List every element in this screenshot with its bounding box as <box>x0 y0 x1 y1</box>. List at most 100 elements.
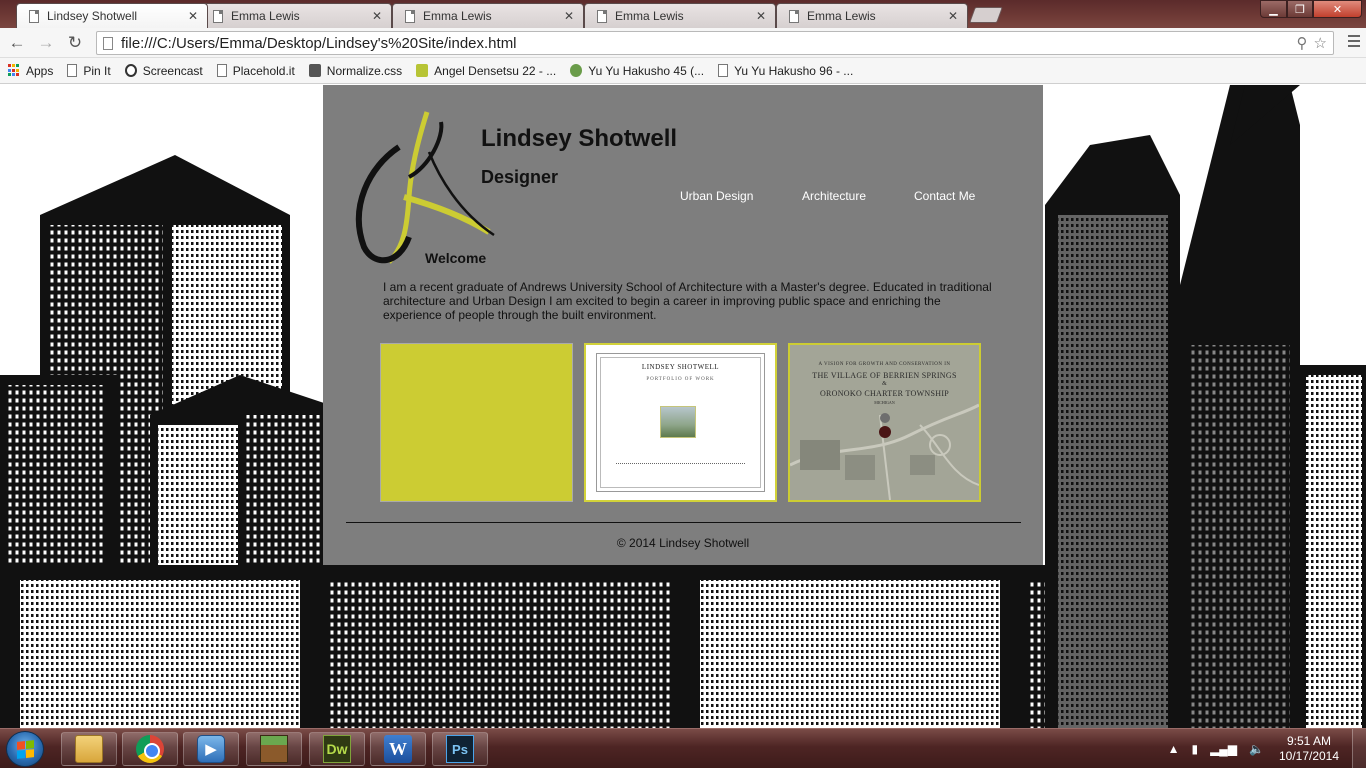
nav-contact-me[interactable]: Contact Me <box>914 189 975 203</box>
photoshop-icon: Ps <box>446 735 474 763</box>
tray-expand-icon[interactable]: ▲ <box>1168 742 1180 756</box>
chrome-menu-icon[interactable] <box>1348 35 1360 49</box>
bookmark-label: Placehold.it <box>232 63 295 78</box>
village-thumb-top: A VISION FOR GROWTH AND CONSERVATION IN <box>818 362 951 367</box>
minimize-button[interactable]: ▁ <box>1260 0 1287 18</box>
tab-lindsey-shotwell[interactable]: Lindsey Shotwell ✕ <box>16 3 208 28</box>
manga-icon <box>416 64 429 77</box>
screencast-icon <box>124 64 137 77</box>
village-thumb-line1: THE VILLAGE OF BERRIEN SPRINGS <box>812 371 957 380</box>
bookmark-label: Apps <box>26 63 54 78</box>
project-thumb-placeholder[interactable] <box>380 343 573 502</box>
footer-copyright: © 2014 Lindsey Shotwell <box>616 536 750 550</box>
portfolio-site-panel: Lindsey Shotwell Designer Urban Design A… <box>323 85 1043 565</box>
close-icon[interactable]: ✕ <box>755 9 767 23</box>
taskbar-chrome[interactable] <box>122 732 178 766</box>
taskbar-explorer[interactable] <box>61 732 117 766</box>
forward-arrow-icon[interactable]: → <box>35 33 57 53</box>
page-icon <box>103 36 113 50</box>
footer-divider <box>346 522 1021 523</box>
apps-grid-icon <box>8 64 20 77</box>
bookmark-label: Angel Densetsu 22 - ... <box>434 63 557 78</box>
close-icon[interactable]: ✕ <box>947 9 959 23</box>
ls-logo-icon <box>355 111 495 264</box>
tab-label: Emma Lewis <box>423 9 492 23</box>
bookmark-pin-it[interactable]: Pin It <box>67 63 111 78</box>
bookmark-normalize-css[interactable]: Normalize.css <box>308 64 402 78</box>
tab-emma-lewis-4[interactable]: Emma Lewis ✕ <box>776 3 968 28</box>
bookmark-label: Screencast <box>142 63 203 78</box>
clock-date: 10/17/2014 <box>1278 749 1340 763</box>
minecraft-icon <box>260 735 288 763</box>
page-icon <box>789 9 799 23</box>
bookmark-label: Pin It <box>83 63 111 78</box>
media-player-icon: ▶ <box>197 735 225 763</box>
network-signal-icon[interactable]: ▂▄▆ <box>1210 742 1237 756</box>
project-thumb-portfolio[interactable]: LINDSEY SHOTWELL PORTFOLIO OF WORK <box>584 343 777 502</box>
close-icon[interactable]: ✕ <box>371 9 383 23</box>
tab-emma-lewis-2[interactable]: Emma Lewis ✕ <box>392 3 584 28</box>
intro-paragraph: I am a recent graduate of Andrews Univer… <box>383 280 992 322</box>
battery-icon[interactable]: ▮ <box>1191 742 1198 756</box>
bookmark-star-icon[interactable]: ☆ <box>1314 34 1327 52</box>
bookmark-label: Yu Yu Hakusho 96 - ... <box>734 63 854 78</box>
taskbar-photoshop[interactable]: Ps <box>432 732 488 766</box>
portfolio-cover-subtitle: PORTFOLIO OF WORK <box>646 377 715 382</box>
taskbar-media-player[interactable]: ▶ <box>183 732 239 766</box>
village-thumb-sub: MICHIGAN <box>874 400 895 405</box>
maximize-button[interactable]: ❐ <box>1287 0 1313 18</box>
address-bar[interactable]: file:///C:/Users/Emma/Desktop/Lindsey's%… <box>96 31 1334 55</box>
back-arrow-icon[interactable]: ← <box>6 33 28 53</box>
page-icon <box>597 9 607 23</box>
taskbar-minecraft[interactable] <box>246 732 302 766</box>
bookmark-yu-yu-hakusho-96[interactable]: Yu Yu Hakusho 96 - ... <box>718 64 853 78</box>
page-icon <box>718 64 729 77</box>
page-viewport: Lindsey Shotwell Designer Urban Design A… <box>0 85 1366 728</box>
tab-label: Emma Lewis <box>615 9 684 23</box>
site-plan-map <box>790 345 979 500</box>
tab-label: Lindsey Shotwell <box>47 9 138 23</box>
bookmark-apps[interactable]: Apps <box>8 64 53 78</box>
windows-logo-icon <box>17 740 34 759</box>
dreamweaver-icon: Dw <box>323 735 351 763</box>
tab-emma-lewis-3[interactable]: Emma Lewis ✕ <box>584 3 776 28</box>
windows-taskbar: ▶ Dw W Ps ▲ ▮ ▂▄▆ 🔈 9:51 AM 10/17/2014 <box>0 728 1366 768</box>
page-icon <box>29 9 39 23</box>
bookmark-angel-densetsu[interactable]: Angel Densetsu 22 - ... <box>416 64 556 78</box>
project-thumb-berrien-springs[interactable]: A VISION FOR GROWTH AND CONSERVATION IN … <box>788 343 981 502</box>
manga-icon <box>570 64 583 77</box>
clock-time: 9:51 AM <box>1286 734 1332 748</box>
nav-urban-design[interactable]: Urban Design <box>680 189 753 203</box>
welcome-heading: Welcome <box>425 250 487 266</box>
new-tab-button[interactable] <box>969 7 1003 23</box>
close-icon[interactable]: ✕ <box>563 9 575 23</box>
search-icon[interactable]: ⚲ <box>1297 34 1308 52</box>
address-url[interactable]: file:///C:/Users/Emma/Desktop/Lindsey's%… <box>121 35 1297 52</box>
bookmark-placehold-it[interactable]: Placehold.it <box>216 63 295 78</box>
taskbar-dreamweaver[interactable]: Dw <box>309 732 365 766</box>
window-close-button[interactable]: ✕ <box>1313 0 1362 18</box>
taskbar-word[interactable]: W <box>370 732 426 766</box>
page-icon <box>213 9 223 23</box>
portfolio-cover-footer <box>616 463 745 464</box>
tab-strip: Lindsey Shotwell ✕ Emma Lewis ✕ Emma Lew… <box>0 0 1366 28</box>
show-desktop-button[interactable] <box>1352 729 1366 768</box>
page-icon <box>216 64 227 77</box>
system-tray: ▲ ▮ ▂▄▆ 🔈 9:51 AM 10/17/2014 <box>1168 729 1366 768</box>
volume-icon[interactable]: 🔈 <box>1249 742 1264 756</box>
chrome-icon <box>136 735 164 763</box>
portfolio-cover-name: LINDSEY SHOTWELL <box>641 363 720 371</box>
nav-architecture[interactable]: Architecture <box>802 189 866 203</box>
browser-toolbar: ← → ↻ file:///C:/Users/Emma/Desktop/Lind… <box>0 28 1366 58</box>
start-button[interactable] <box>6 731 44 767</box>
tab-label: Emma Lewis <box>231 9 300 23</box>
tab-emma-lewis-1[interactable]: Emma Lewis ✕ <box>200 3 392 28</box>
system-clock[interactable]: 9:51 AM 10/17/2014 <box>1276 734 1342 764</box>
close-icon[interactable]: ✕ <box>187 9 199 23</box>
reload-icon[interactable]: ↻ <box>64 33 86 53</box>
bookmark-yu-yu-hakusho-45[interactable]: Yu Yu Hakusho 45 (... <box>570 64 704 78</box>
page-icon <box>405 9 415 23</box>
avatar-icon <box>308 64 321 77</box>
bookmark-screencast[interactable]: Screencast <box>124 63 203 78</box>
site-owner-name: Lindsey Shotwell <box>481 125 678 152</box>
